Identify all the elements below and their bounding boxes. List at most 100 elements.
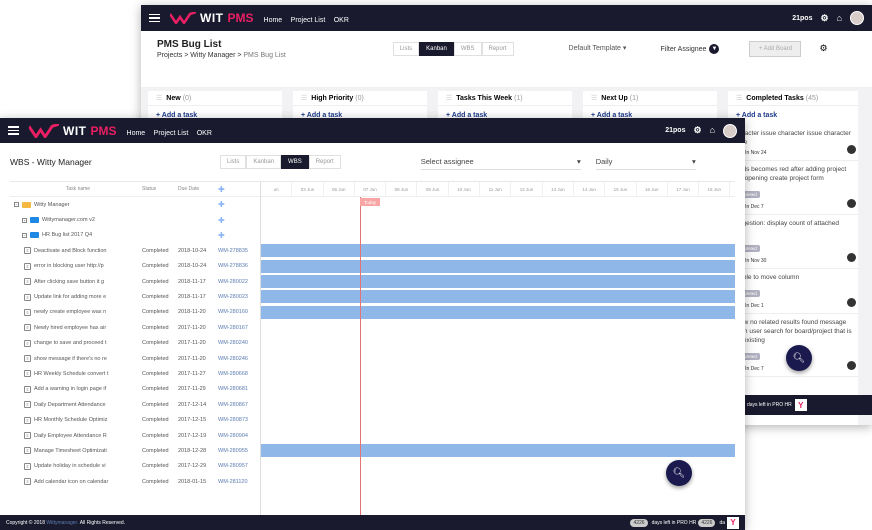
document-icon: ≡ [24,308,31,316]
task-id[interactable]: WM-281120 [218,479,258,485]
add-icon[interactable]: ✚ [218,231,225,240]
task-id[interactable]: WM-278836 [218,263,258,269]
task-id[interactable]: WM-280681 [218,386,258,392]
document-icon: ≡ [24,324,31,332]
task-status: Completed [142,386,169,393]
settings-icon[interactable]: ⚙ [819,43,827,54]
copyright-link[interactable]: Wittymanager. [46,520,78,526]
task-id[interactable]: WM-280904 [218,433,258,439]
copyright: Copyright © 2018 [6,519,45,526]
task-id[interactable]: WM-280668 [218,371,258,377]
day-label: 14 Jun [574,182,606,196]
filter-assignee[interactable]: Filter Assignee ▼ [661,44,720,54]
task-due: 2017-11-20 [178,340,206,347]
chevron-down-icon: ▾ [691,157,696,166]
task-id[interactable]: WM-280955 [218,448,258,454]
task-id[interactable]: WM-280957 [218,463,258,469]
drag-icon[interactable]: ☰ [446,94,452,102]
assignee-select[interactable]: Select assignee ▾ [420,154,581,170]
day-label: 09 Jun [417,182,449,196]
task-due: 2017-11-20 [178,324,206,331]
logo[interactable]: WIT PMS [170,11,254,25]
group-name: − HR Bug list 2017 Q4 [10,232,142,239]
user-name[interactable]: 21pos [792,15,812,22]
menu-icon[interactable] [149,13,160,23]
gear-icon[interactable]: ⚙ [820,13,828,23]
document-icon: ≡ [24,355,31,363]
task-status: Completed [142,294,169,301]
task-id[interactable]: WM-280023 [218,294,258,300]
task-card[interactable]: suggestion: display count of attached fi… [728,215,858,269]
task-name: ≡ After clicking save button it g [10,278,142,286]
page-title: PMS Bug List [157,39,222,50]
crumb-witty[interactable]: Witty Manager [190,52,235,59]
tab-lists[interactable]: Lists [392,42,420,56]
nav-home[interactable]: Home [127,130,146,137]
add-task-button[interactable]: + Add a task [728,106,858,125]
task-bar[interactable] [261,444,735,458]
task-id[interactable]: WM-280167 [218,325,258,331]
task-card[interactable]: character issue character issue characte… [728,125,858,161]
nav-home[interactable]: Home [264,17,283,24]
task-due: 2018-11-17 [178,278,206,285]
folder-icon [30,232,39,239]
add-icon[interactable]: ✚ [218,216,225,225]
tab-kanban[interactable]: Kanban [246,155,282,169]
task-bar[interactable] [261,244,735,258]
menu-icon[interactable] [8,126,19,135]
gear-icon[interactable]: ⚙ [693,126,701,135]
logo[interactable]: WIT PMS [29,123,117,138]
task-id[interactable]: WM-280246 [218,356,258,362]
expand-icon[interactable]: − [14,202,19,208]
chevron-down-icon: ▾ [576,157,581,166]
task-id[interactable]: WM-278835 [218,248,258,254]
bell-icon[interactable]: ⌂ [710,126,715,135]
tab-wbs[interactable]: WBS [453,42,482,56]
tab-report[interactable]: Report [481,42,514,56]
nav-okr[interactable]: OKR [197,130,212,137]
nav-okr[interactable]: OKR [334,17,349,24]
task-card[interactable]: Fields becomes red after adding project … [728,161,858,215]
task-name: ≡ Update link for adding more e [10,293,142,301]
bell-icon[interactable]: ⌂ [837,13,842,23]
task-status: Completed [142,263,169,270]
drag-icon[interactable]: ☰ [736,94,742,102]
add-icon[interactable]: ✚ [218,200,225,209]
nav-project-list[interactable]: Project List [154,130,189,137]
task-status: Completed [142,309,169,316]
period-select[interactable]: Daily ▾ [595,154,696,170]
add-board-button[interactable]: + Add Board [749,41,802,57]
task-bar[interactable] [261,275,735,288]
crumb-projects[interactable]: Projects [157,52,182,59]
task-id[interactable]: WM-280240 [218,340,258,346]
tab-lists[interactable]: Lists [220,155,247,169]
task-id[interactable]: WM-280873 [218,417,258,423]
drag-icon[interactable]: ☰ [156,94,162,102]
task-card[interactable]: unable to move column Completed Due On Dec… [728,269,858,314]
task-id[interactable]: WM-280022 [218,279,258,285]
drag-icon[interactable]: ☰ [301,94,307,102]
avatar[interactable] [850,11,864,25]
expand-icon[interactable]: − [22,232,27,238]
user-name[interactable]: 21pos [665,127,685,134]
crumb-current: PMS Bug List [243,52,286,59]
tab-kanban[interactable]: Kanban [419,42,454,56]
template-select[interactable]: Default Template ▾ [569,44,649,52]
tab-wbs[interactable]: WBS [281,155,309,169]
task-bar[interactable] [261,290,735,304]
add-icon[interactable]: ✚ [218,185,225,194]
task-id[interactable]: WM-280867 [218,402,258,408]
task-id[interactable]: WM-280160 [218,309,258,315]
nav-project-list[interactable]: Project List [291,17,326,24]
expand-icon[interactable]: + [22,217,27,223]
search-fab[interactable]: 🔍︎ [786,345,812,371]
task-due: 2017-12-15 [178,417,207,424]
task-bar[interactable] [261,259,735,273]
tab-report[interactable]: Report [308,155,341,169]
task-bar[interactable] [261,305,735,319]
task-name: ≡ Deactivate and Block function [10,247,142,255]
drag-icon[interactable]: ☰ [591,94,597,102]
trial-text: days left in PRO HR [747,402,792,408]
avatar[interactable] [723,123,737,138]
search-fab[interactable]: 🔍︎ [666,460,692,486]
